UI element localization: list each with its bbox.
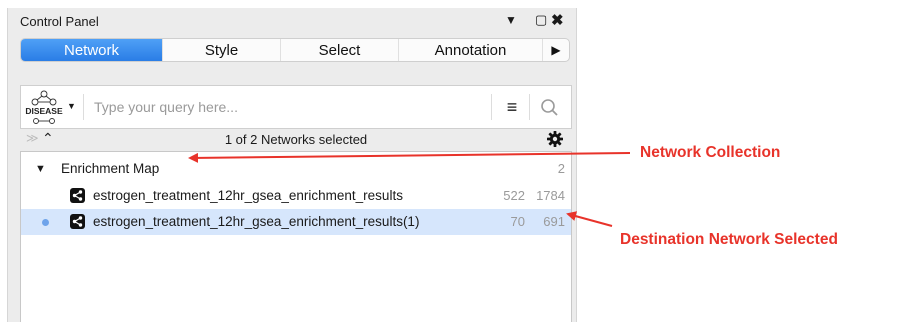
tab-more-button[interactable]: ▶ (543, 39, 569, 61)
networks-selected-status: 1 of 2 Networks selected (224, 132, 368, 147)
panel-title: Control Panel (20, 14, 99, 29)
tab-select-label: Select (318, 41, 361, 59)
edge-count: 691 (543, 214, 565, 229)
search-icon[interactable] (535, 95, 563, 121)
share-network-icon (70, 188, 85, 203)
tab-network[interactable]: Network (21, 39, 163, 61)
control-panel: Control Panel ▼ ▢ ✖ Network Style Select… (7, 8, 577, 322)
gear-icon[interactable] (546, 130, 564, 148)
collection-name: Enrichment Map (61, 161, 160, 176)
current-network-dot-icon (42, 219, 49, 226)
collapse-triangle-icon[interactable]: ▼ (35, 163, 46, 175)
share-network-icon (70, 214, 85, 229)
divider (529, 94, 530, 120)
close-icon[interactable]: ✖ (551, 11, 564, 29)
play-right-icon: ▶ (551, 43, 561, 57)
dropdown-triangle-icon[interactable]: ▼ (505, 13, 517, 27)
tab-annotation-label: Annotation (434, 41, 507, 59)
network-status-row: ≫ ⌃ 1 of 2 Networks selected (20, 130, 572, 150)
divider (491, 94, 492, 120)
network-name: estrogen_treatment_12hr_gsea_enrichment_… (93, 188, 403, 203)
disease-logo-text: DISEASE (25, 106, 63, 116)
float-window-icon[interactable]: ▢ (535, 12, 547, 28)
disease-query-logo-icon[interactable]: DISEASE (25, 88, 63, 126)
network-row-selected[interactable]: estrogen_treatment_12hr_gsea_enrichment_… (21, 209, 571, 235)
annotation-destination-selected: Destination Network Selected (620, 231, 838, 248)
chevron-down-icon[interactable]: ▼ (67, 101, 76, 111)
network-row[interactable]: estrogen_treatment_12hr_gsea_enrichment_… (21, 183, 571, 209)
tab-style-label: Style (204, 41, 239, 59)
network-name: estrogen_treatment_12hr_gsea_enrichment_… (93, 214, 420, 229)
search-bar: DISEASE ▼ ≡ (20, 85, 572, 129)
annotation-network-collection: Network Collection (640, 144, 781, 161)
node-count: 522 (503, 188, 525, 203)
tab-bar: Network Style Select Annotation ▶ (20, 38, 570, 62)
edge-count: 1784 (536, 188, 565, 203)
tab-annotation[interactable]: Annotation (399, 39, 543, 61)
node-count: 70 (510, 214, 525, 229)
panel-titlebar: Control Panel ▼ ▢ ✖ (8, 8, 576, 34)
menu-icon[interactable]: ≡ (501, 97, 523, 117)
network-list: ▼ Enrichment Map 2 estrogen_treatment_12… (20, 151, 572, 322)
tab-select[interactable]: Select (281, 39, 399, 61)
tab-network-label: Network (63, 41, 119, 59)
search-input[interactable] (83, 94, 483, 120)
collection-count: 2 (557, 161, 565, 176)
tab-style[interactable]: Style (163, 39, 281, 61)
collection-row[interactable]: ▼ Enrichment Map 2 (21, 156, 571, 182)
